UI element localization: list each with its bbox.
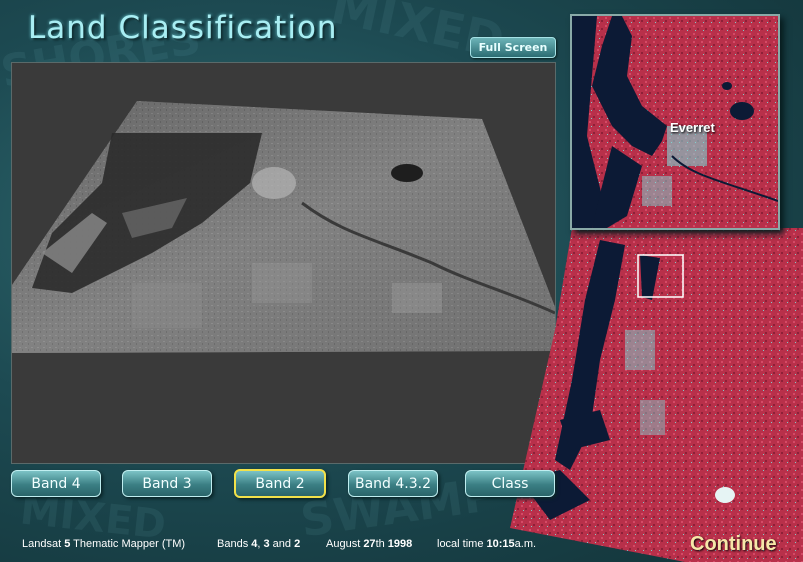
band-2-button[interactable]: Band 2: [234, 469, 326, 498]
date-day: 27: [363, 538, 376, 550]
time-info: local time 10:15a.m.: [437, 538, 536, 550]
background-watermark-text: MIXED: [326, 0, 510, 70]
page-title: Land Classification: [28, 10, 338, 46]
sensor-suffix: Thematic Mapper (TM): [70, 538, 186, 550]
date-info: August 27th 1998: [326, 538, 412, 550]
band-432-button[interactable]: Band 4.3.2: [348, 470, 438, 497]
time-suffix: a.m.: [514, 538, 537, 550]
full-screen-button[interactable]: Full Screen: [470, 37, 556, 58]
terrain-render: [12, 101, 556, 353]
bands-info: Bands 4, 3 and 2: [217, 538, 300, 550]
class-button[interactable]: Class: [465, 470, 555, 497]
band-4-button[interactable]: Band 4: [11, 470, 101, 497]
inset-location-label: Everret: [670, 120, 715, 135]
bands-prefix: Bands: [217, 538, 252, 550]
sensor-prefix: Landsat: [22, 538, 65, 550]
band-3-button[interactable]: Band 3: [122, 470, 212, 497]
terrain-3d-viewer[interactable]: [11, 62, 556, 464]
time-prefix: local time: [437, 538, 487, 550]
zoomed-inset-map: Everret: [570, 14, 780, 230]
date-mid: th: [375, 538, 388, 550]
date-prefix: August: [326, 538, 364, 550]
band-sep2: and: [269, 538, 295, 550]
time-value: 10:15: [486, 538, 515, 550]
continue-button[interactable]: Continue: [690, 533, 777, 556]
date-year: 1998: [387, 538, 413, 550]
band-c: 2: [294, 538, 301, 550]
sensor-info: Landsat 5 Thematic Mapper (TM): [22, 538, 185, 550]
